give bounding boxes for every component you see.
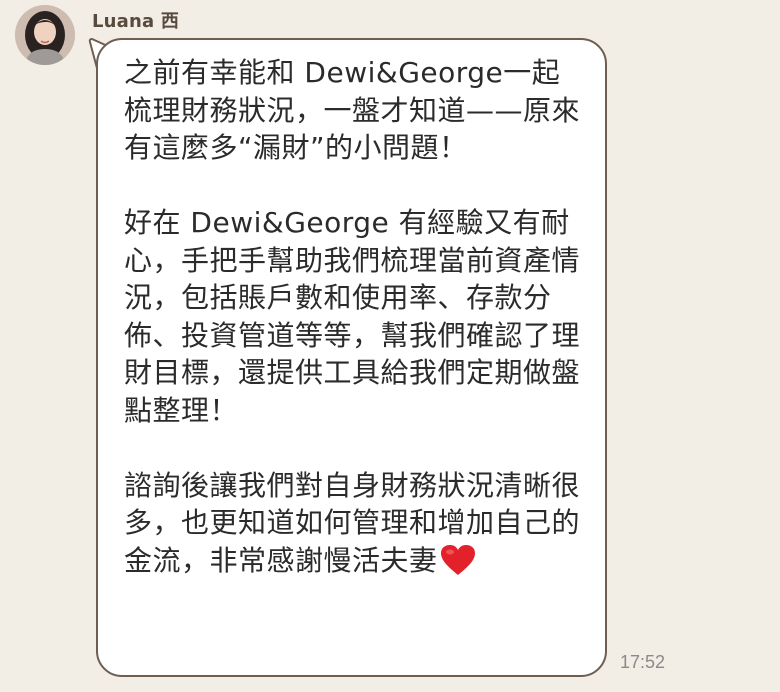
sender-name: Luana 西 xyxy=(92,11,180,32)
message-text: 之前有幸能和 Dewi&George一起梳理財務狀況，一盤才知道——原來有這麼多… xyxy=(124,54,586,579)
message-bubble[interactable]: 之前有幸能和 Dewi&George一起梳理財務狀況，一盤才知道——原來有這麼多… xyxy=(96,38,607,677)
message-bubble-container: 之前有幸能和 Dewi&George一起梳理財務狀況，一盤才知道——原來有這麼多… xyxy=(88,38,610,680)
profile-photo-icon xyxy=(15,5,75,65)
red-heart-icon xyxy=(440,544,475,575)
sender-avatar[interactable] xyxy=(15,5,75,65)
message-timestamp: 17:52 xyxy=(620,652,666,672)
message-body: 之前有幸能和 Dewi&George一起梳理財務狀況，一盤才知道——原來有這麼多… xyxy=(124,56,581,577)
